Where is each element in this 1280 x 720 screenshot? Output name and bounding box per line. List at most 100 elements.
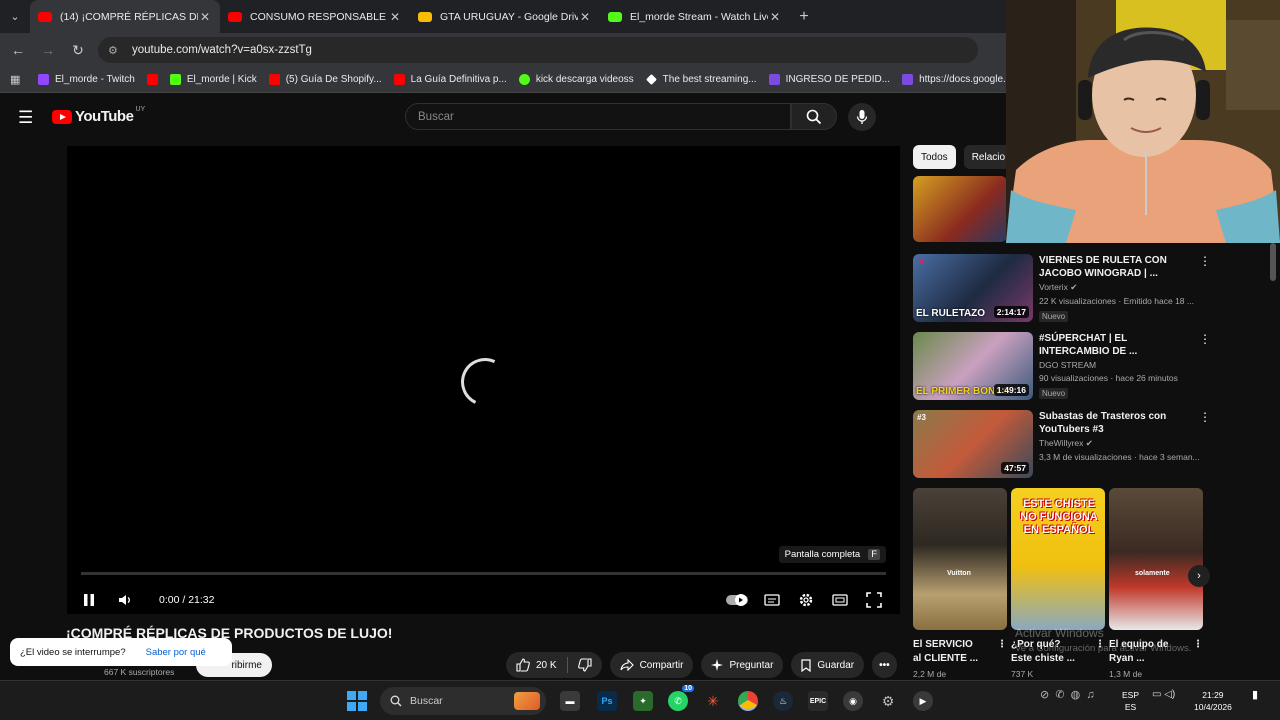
chip-todos[interactable]: Todos xyxy=(913,145,956,169)
voice-search-button[interactable] xyxy=(848,103,876,131)
notification-icon[interactable]: ▮ xyxy=(1252,689,1258,701)
bookmark-ingreso[interactable]: INGRESO DE PEDID... xyxy=(768,74,890,85)
site-info-icon[interactable]: ⚙ xyxy=(108,44,124,57)
like-button[interactable]: 20 K xyxy=(516,658,557,672)
theater-mode-button[interactable] xyxy=(828,588,852,612)
more-options-icon[interactable]: ⋮ xyxy=(997,638,1007,666)
youtube-favicon-icon xyxy=(228,11,242,22)
channel-name[interactable]: DGO STREAM xyxy=(1039,360,1199,370)
recommendation-item[interactable]: ✕ EL RULETAZO 2:14:17 VIERNES DE RULETA … xyxy=(913,254,1213,324)
steam-icon[interactable]: ♨ xyxy=(773,691,793,711)
close-tab-icon[interactable]: ✕ xyxy=(388,10,402,24)
volume-button[interactable] xyxy=(113,588,137,612)
thumbs-down-icon xyxy=(577,658,592,672)
search-button[interactable] xyxy=(791,103,837,130)
channel-name[interactable]: Vorterix xyxy=(1039,282,1068,292)
tab-consumo[interactable]: CONSUMO RESPONSABLE - DE ✕ xyxy=(220,0,410,33)
fullscreen-button[interactable] xyxy=(862,588,886,612)
bookmark-docs[interactable]: https://docs.google.... xyxy=(902,74,1014,85)
davinci-icon[interactable]: ◉ xyxy=(843,691,863,711)
tab-drive[interactable]: GTA URUGUAY - Google Drive ✕ xyxy=(410,0,600,33)
bookmark-streaming[interactable]: The best streaming... xyxy=(645,74,757,85)
video-thumbnail[interactable]: #3 47:57 xyxy=(913,410,1033,478)
spark-app-icon[interactable]: ✳ xyxy=(703,691,723,711)
taskbar-search[interactable]: Buscar xyxy=(380,687,546,715)
settings-button[interactable] xyxy=(794,588,818,612)
youtube-icon xyxy=(393,74,405,85)
short-thumbnail[interactable]: ESTE CHISTE NO FUNCIONA EN ESPAÑOL xyxy=(1011,488,1105,630)
pause-button[interactable] xyxy=(77,588,101,612)
obs-icon[interactable]: ▶ xyxy=(913,691,933,711)
search-input[interactable]: Buscar xyxy=(405,103,791,130)
close-tab-icon[interactable]: ✕ xyxy=(578,10,592,24)
more-actions-button[interactable]: ••• xyxy=(872,652,897,678)
back-icon[interactable]: ← xyxy=(6,38,30,62)
recommendation-item[interactable]: EL PRIMER BONGE 1:49:16 #SÚPERCHAT | EL … xyxy=(913,332,1213,401)
more-options-icon[interactable]: ⋮ xyxy=(1199,410,1211,478)
tray-icons[interactable]: ⊘ ✆ ◍ ♫ xyxy=(1040,689,1095,701)
tab-kick[interactable]: El_morde Stream - Watch Live c ✕ xyxy=(600,0,790,33)
windows-start-icon[interactable] xyxy=(347,691,367,711)
file-explorer-icon[interactable]: ▬ xyxy=(560,691,580,711)
diamond-icon xyxy=(645,74,657,85)
autoplay-toggle[interactable] xyxy=(724,588,750,612)
reload-icon[interactable]: ↻ xyxy=(66,38,90,62)
bookmark-kick-descarga[interactable]: kick descarga videoss xyxy=(518,74,634,85)
tab-active[interactable]: (14) ¡COMPRÉ RÉPLICAS DE PRO ✕ xyxy=(30,0,220,33)
subscriber-count: 667 K suscriptores xyxy=(104,667,175,677)
youtube-favicon-icon xyxy=(38,11,52,22)
settings-icon[interactable]: ⚙ xyxy=(878,691,898,711)
youtube-icon xyxy=(268,74,280,85)
autoplay-toggle-icon xyxy=(726,594,748,606)
chrome-icon[interactable] xyxy=(738,691,758,711)
partial-recommendation-thumb[interactable] xyxy=(913,176,1007,242)
new-tab-icon[interactable]: + xyxy=(790,8,818,26)
recommendation-item[interactable]: #3 47:57 Subastas de Trasteros con YouTu… xyxy=(913,410,1213,478)
short-thumbnail[interactable]: solamente xyxy=(1109,488,1203,630)
system-clock[interactable]: 21:29 10/4/2026 xyxy=(1194,689,1232,713)
more-options-icon[interactable]: ⋮ xyxy=(1199,332,1211,401)
short-thumbnail[interactable]: Vuitton xyxy=(913,488,1007,630)
close-tab-icon[interactable]: ✕ xyxy=(768,10,782,24)
subtitles-button[interactable] xyxy=(760,588,784,612)
language-indicator[interactable]: ESP ES xyxy=(1122,689,1139,713)
video-thumbnail[interactable]: EL PRIMER BONGE 1:49:16 xyxy=(913,332,1033,400)
video-thumbnail[interactable]: ✕ EL RULETAZO 2:14:17 xyxy=(913,254,1033,322)
progress-bar[interactable] xyxy=(81,572,886,575)
video-player[interactable]: Pantalla completa F 0:00 / 21:32 xyxy=(67,146,900,614)
kick-favicon-icon xyxy=(608,11,622,22)
forward-icon[interactable]: → xyxy=(36,38,60,62)
whatsapp-icon[interactable]: ✆ 10 xyxy=(668,685,694,711)
bookmark-guia[interactable]: La Guía Definitiva p... xyxy=(393,74,507,85)
bookmark-shopify[interactable]: (5) Guía De Shopify... xyxy=(268,74,382,85)
youtube-logo[interactable]: YouTube UY xyxy=(52,106,145,125)
more-options-icon[interactable]: ⋮ xyxy=(1199,254,1211,324)
short-title-line-2: Este chiste ... xyxy=(1011,653,1075,664)
learn-why-link[interactable]: Saber por qué xyxy=(146,647,206,658)
menu-icon[interactable]: ☰ xyxy=(18,108,33,128)
shorts-next-button[interactable]: › xyxy=(1188,565,1210,587)
dislike-button[interactable] xyxy=(577,658,592,672)
gaming-icon[interactable]: ✦ xyxy=(633,691,653,711)
network-volume-icons[interactable]: ▭ ◁) xyxy=(1152,689,1175,701)
epic-games-icon[interactable]: EPIC xyxy=(808,691,828,711)
url-field[interactable]: ⚙ youtube.com/watch?v=a0sx-zzstTg xyxy=(98,37,978,63)
check-icon xyxy=(518,74,530,85)
bookmark-twitch[interactable]: El_morde - Twitch xyxy=(38,74,135,85)
more-options-icon[interactable]: ⋮ xyxy=(1193,638,1203,666)
thumbs-up-icon xyxy=(516,658,530,672)
ask-button[interactable]: Preguntar xyxy=(701,652,784,678)
interrupt-tooltip: ¿El video se interrumpe? Saber por qué xyxy=(10,638,232,666)
share-button[interactable]: Compartir xyxy=(609,652,694,678)
tab-title: GTA URUGUAY - Google Drive xyxy=(440,10,578,23)
short-item[interactable]: Vuitton El SERVICIO al CLIENTE ... ⋮ 2,2 M… xyxy=(913,488,1007,679)
page-scrollbar[interactable] xyxy=(1270,243,1276,281)
close-tab-icon[interactable]: ✕ xyxy=(198,10,212,24)
bookmark-label: https://docs.google.... xyxy=(919,74,1015,85)
tab-search-icon[interactable]: ⌄ xyxy=(0,0,30,33)
channel-name[interactable]: TheWillyrex xyxy=(1039,438,1083,448)
bookmark-kick[interactable]: El_morde | Kick xyxy=(146,74,257,85)
photoshop-icon[interactable]: Ps xyxy=(597,691,617,711)
save-button[interactable]: Guardar xyxy=(791,652,865,678)
apps-grid-icon[interactable]: ▦ xyxy=(10,73,26,86)
